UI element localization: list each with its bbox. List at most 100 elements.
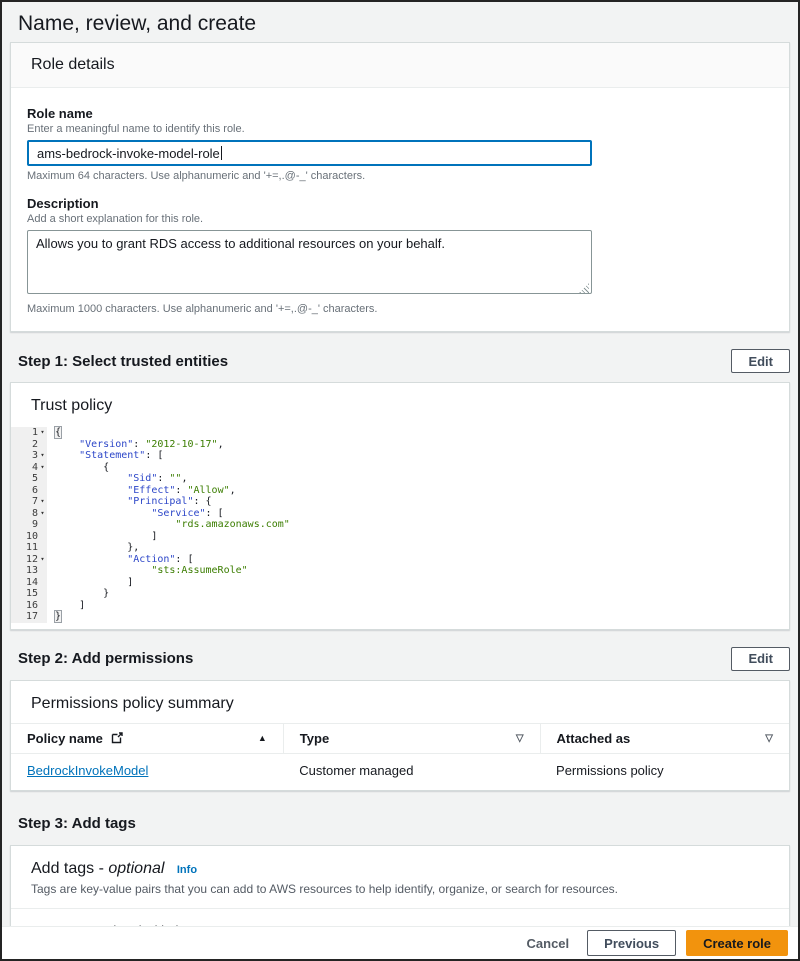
line-gutter: 12▾ bbox=[11, 554, 47, 566]
trust-policy-header: Trust policy bbox=[11, 383, 789, 423]
step1-heading: Step 1: Select trusted entities bbox=[10, 353, 228, 370]
line-number: 11 bbox=[26, 542, 38, 554]
line-gutter: 6▾ bbox=[11, 485, 47, 497]
role-details-card: Role details Role name Enter a meaningfu… bbox=[10, 42, 790, 332]
code-line: 6▾ "Effect": "Allow", bbox=[11, 485, 789, 497]
fold-arrow-icon[interactable]: ▾ bbox=[38, 462, 47, 474]
line-gutter: 16▾ bbox=[11, 600, 47, 612]
permissions-summary-title: Permissions policy summary bbox=[31, 695, 234, 712]
role-details-body: Role name Enter a meaningful name to ide… bbox=[11, 88, 789, 331]
code-text: "Version": "2012-10-17", bbox=[47, 439, 224, 451]
code-line: 7▾ "Principal": { bbox=[11, 496, 789, 508]
policy-type-cell: Customer managed bbox=[283, 753, 540, 790]
line-number: 10 bbox=[26, 531, 38, 543]
line-gutter: 10▾ bbox=[11, 531, 47, 543]
line-number: 12 bbox=[26, 554, 38, 566]
line-gutter: 15▾ bbox=[11, 588, 47, 600]
code-text: "rds.amazonaws.com" bbox=[47, 519, 290, 531]
step1-edit-button[interactable]: Edit bbox=[731, 349, 790, 373]
create-role-button[interactable]: Create role bbox=[686, 930, 788, 956]
code-line: 4▾ { bbox=[11, 462, 789, 474]
fold-arrow-icon[interactable]: ▾ bbox=[38, 427, 47, 439]
policy-name-link[interactable]: BedrockInvokeModel bbox=[27, 763, 148, 778]
line-number: 13 bbox=[26, 565, 38, 577]
code-text: ] bbox=[47, 577, 133, 589]
role-name-hint: Enter a meaningful name to identify this… bbox=[27, 123, 773, 135]
code-text: "Principal": { bbox=[47, 496, 212, 508]
page-title: Name, review, and create bbox=[2, 2, 798, 42]
code-text: "sts:AssumeRole" bbox=[47, 565, 248, 577]
permissions-summary-header: Permissions policy summary bbox=[11, 681, 789, 723]
col-attached-as-label: Attached as bbox=[557, 731, 631, 746]
step3-row: Step 3: Add tags bbox=[10, 811, 790, 837]
trust-policy-title: Trust policy bbox=[31, 397, 112, 414]
code-text: { bbox=[47, 462, 109, 474]
info-link[interactable]: Info bbox=[177, 864, 197, 876]
sort-toggle-icon[interactable]: ▽ bbox=[516, 733, 524, 744]
code-line: 11▾ }, bbox=[11, 542, 789, 554]
code-line: 8▾ "Service": [ bbox=[11, 508, 789, 520]
line-gutter: 4▾ bbox=[11, 462, 47, 474]
line-number: 5 bbox=[32, 473, 38, 485]
add-tags-header: Add tags - optional Info Tags are key-va… bbox=[11, 846, 789, 909]
step2-edit-button[interactable]: Edit bbox=[731, 647, 790, 671]
sort-ascending-icon[interactable]: ▲ bbox=[258, 733, 267, 743]
code-text: }, bbox=[47, 542, 139, 554]
cancel-button[interactable]: Cancel bbox=[519, 933, 578, 954]
code-line: 12▾ "Action": [ bbox=[11, 554, 789, 566]
step1-row: Step 1: Select trusted entities Edit bbox=[10, 348, 790, 374]
page: Name, review, and create Role details Ro… bbox=[0, 0, 800, 961]
description-field-wrap: Allows you to grant RDS access to additi… bbox=[27, 230, 592, 299]
footer-bar: Cancel Previous Create role bbox=[2, 926, 798, 959]
optional-label: optional bbox=[108, 860, 164, 877]
step2-heading: Step 2: Add permissions bbox=[10, 650, 193, 667]
role-name-constraint: Maximum 64 characters. Use alphanumeric … bbox=[27, 170, 773, 182]
role-name-value: ams-bedrock-invoke-model-role bbox=[37, 146, 220, 161]
col-policy-name-label: Policy name bbox=[27, 731, 103, 746]
add-tags-title: Add tags - optional bbox=[31, 860, 164, 877]
step2-row: Step 2: Add permissions Edit bbox=[10, 646, 790, 672]
line-gutter: 8▾ bbox=[11, 508, 47, 520]
description-label: Description bbox=[27, 196, 773, 211]
code-text: "Action": [ bbox=[47, 554, 193, 566]
description-textarea[interactable]: Allows you to grant RDS access to additi… bbox=[27, 230, 592, 294]
previous-button[interactable]: Previous bbox=[587, 930, 676, 956]
code-line: 3▾ "Statement": [ bbox=[11, 450, 789, 462]
line-gutter: 2▾ bbox=[11, 439, 47, 451]
code-line: 16▾ ] bbox=[11, 600, 789, 612]
trust-policy-editor[interactable]: 1▾ { 2▾ "Version": "2012-10-17", 3▾ "Sta… bbox=[11, 423, 789, 629]
external-link-icon bbox=[111, 732, 123, 744]
col-type[interactable]: Type ▽ bbox=[283, 723, 540, 753]
description-hint: Add a short explanation for this role. bbox=[27, 213, 773, 225]
code-line: 9▾ "rds.amazonaws.com" bbox=[11, 519, 789, 531]
line-gutter: 5▾ bbox=[11, 473, 47, 485]
fold-arrow-icon[interactable]: ▾ bbox=[38, 450, 47, 462]
code-text: } bbox=[47, 611, 61, 623]
add-tags-description: Tags are key-value pairs that you can ad… bbox=[31, 882, 769, 896]
fold-arrow-icon[interactable]: ▾ bbox=[38, 554, 47, 566]
col-policy-name[interactable]: Policy name ▲ bbox=[11, 723, 283, 753]
line-gutter: 3▾ bbox=[11, 450, 47, 462]
sort-toggle-icon[interactable]: ▽ bbox=[765, 733, 773, 744]
col-type-label: Type bbox=[300, 731, 329, 746]
role-name-input[interactable]: ams-bedrock-invoke-model-role bbox=[27, 140, 592, 166]
fold-arrow-icon[interactable]: ▾ bbox=[38, 508, 47, 520]
fold-arrow-icon[interactable]: ▾ bbox=[38, 496, 47, 508]
line-gutter: 11▾ bbox=[11, 542, 47, 554]
code-text: } bbox=[47, 588, 109, 600]
step3-heading: Step 3: Add tags bbox=[10, 815, 136, 832]
code-line: 10▾ ] bbox=[11, 531, 789, 543]
trust-policy-card: Trust policy 1▾ { 2▾ "Version": "2012-10… bbox=[10, 382, 790, 630]
col-attached-as[interactable]: Attached as ▽ bbox=[540, 723, 789, 753]
code-line: 17▾ } bbox=[11, 611, 789, 623]
line-gutter: 9▾ bbox=[11, 519, 47, 531]
line-number: 6 bbox=[32, 485, 38, 497]
code-line: 13▾ "sts:AssumeRole" bbox=[11, 565, 789, 577]
code-text: "Service": [ bbox=[47, 508, 224, 520]
permissions-summary-card: Permissions policy summary Policy name ▲ bbox=[10, 680, 790, 791]
line-number: 17 bbox=[26, 611, 38, 623]
description-constraint: Maximum 1000 characters. Use alphanumeri… bbox=[27, 303, 773, 315]
permissions-table: Policy name ▲ Type ▽ bbox=[11, 723, 789, 790]
code-line: 5▾ "Sid": "", bbox=[11, 473, 789, 485]
code-text: "Statement": [ bbox=[47, 450, 163, 462]
